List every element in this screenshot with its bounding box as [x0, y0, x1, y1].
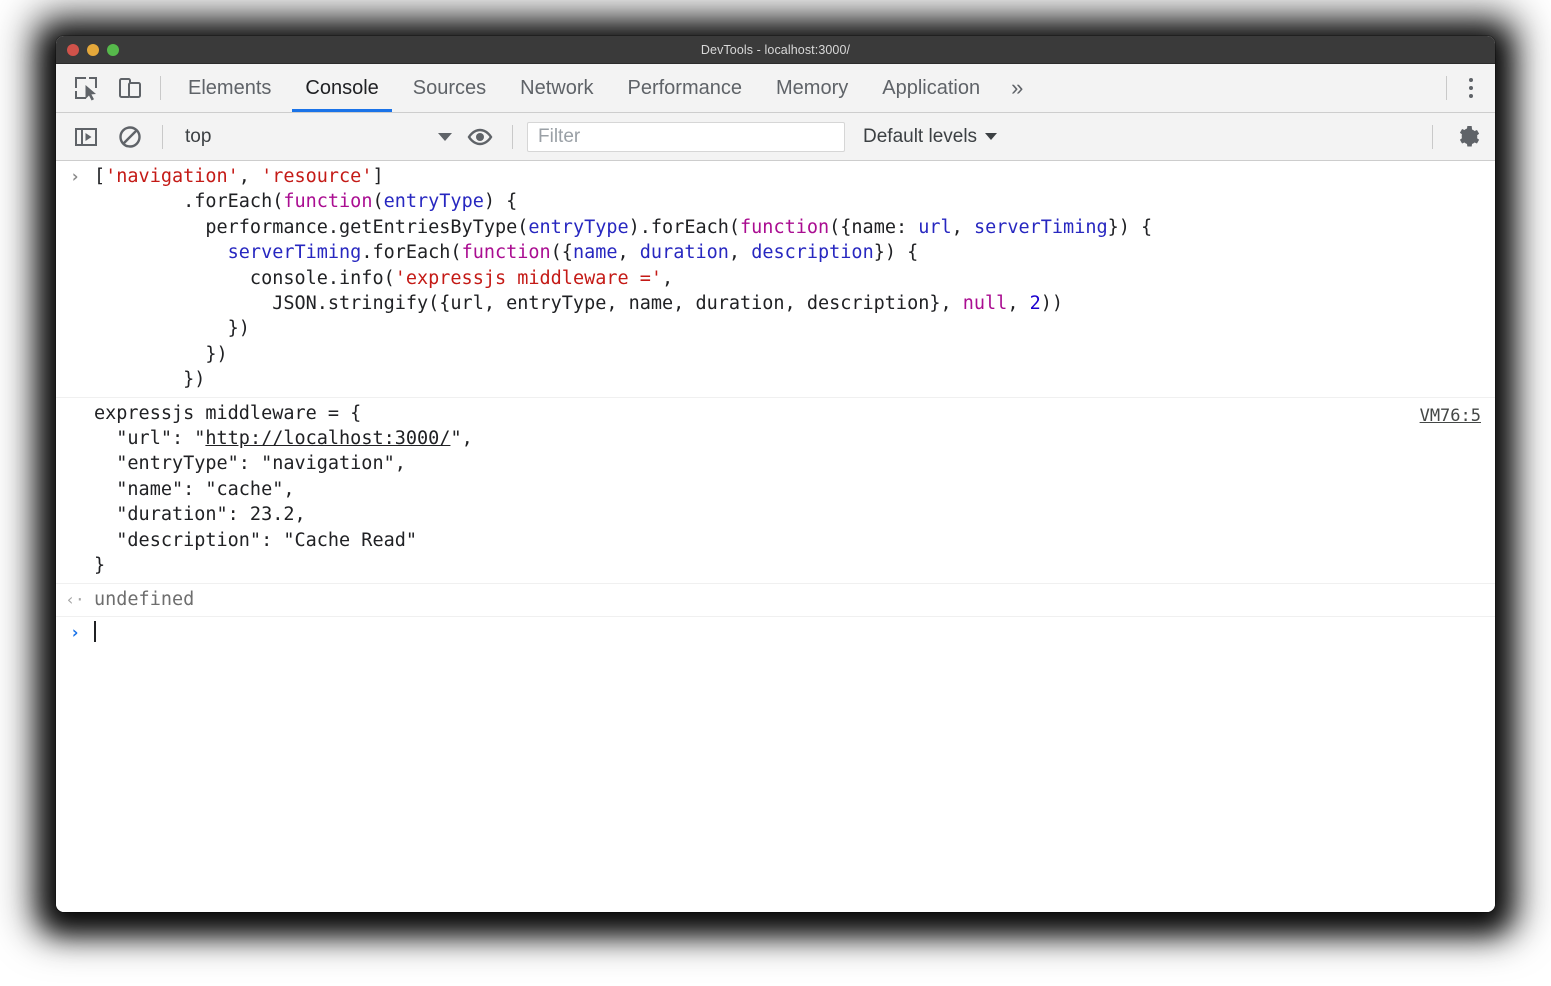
js-context-label: top: [185, 126, 432, 148]
console-url-link[interactable]: http://localhost:3000/: [205, 428, 450, 449]
tabbar-spacer: [1037, 64, 1446, 112]
chevron-down-icon: [985, 133, 997, 140]
console-message-list[interactable]: › ['navigation', 'resource'] .forEach(fu…: [56, 161, 1495, 912]
window-traffic-lights: [67, 44, 119, 56]
tab-application[interactable]: Application: [865, 64, 997, 112]
create-live-expression-icon[interactable]: [458, 115, 502, 159]
minimize-window-button[interactable]: [87, 44, 99, 56]
log-levels-dropdown[interactable]: Default levels: [863, 126, 997, 148]
console-prompt-row[interactable]: ›: [56, 617, 1495, 649]
console-info-text: expressjs middleware = { "url": "http://…: [94, 401, 1495, 579]
console-input-entry[interactable]: › ['navigation', 'resource'] .forEach(fu…: [56, 161, 1495, 398]
console-filter-input[interactable]: Filter: [527, 122, 845, 152]
console-filter-placeholder: Filter: [538, 126, 580, 148]
window-title: DevTools - localhost:3000/: [56, 43, 1495, 57]
console-toolbar-divider-2: [512, 125, 513, 149]
tab-performance[interactable]: Performance: [611, 64, 760, 112]
console-input-prompt-icon: ›: [56, 164, 94, 190]
tab-elements[interactable]: Elements: [171, 64, 288, 112]
console-result-entry[interactable]: ‹· undefined: [56, 584, 1495, 617]
console-info-entry[interactable]: expressjs middleware = { "url": "http://…: [56, 398, 1495, 584]
more-tabs-button[interactable]: »: [997, 64, 1037, 112]
console-toolbar: top Filter Default levels: [56, 113, 1495, 161]
devtools-tabbar: Elements Console Sources Network Perform…: [56, 64, 1495, 113]
tab-memory[interactable]: Memory: [759, 64, 865, 112]
tab-network[interactable]: Network: [503, 64, 610, 112]
js-context-selector[interactable]: top: [173, 126, 458, 148]
console-result-value: undefined: [94, 587, 1495, 612]
console-toolbar-divider-1: [162, 125, 163, 149]
zoom-window-button[interactable]: [107, 44, 119, 56]
close-window-button[interactable]: [67, 44, 79, 56]
more-options-icon[interactable]: [1447, 64, 1495, 112]
inspect-element-icon[interactable]: [64, 64, 108, 112]
console-source-link[interactable]: VM76:5: [1420, 404, 1481, 429]
console-input-code: ['navigation', 'resource'] .forEach(func…: [94, 164, 1495, 393]
console-toolbar-divider-3: [1432, 125, 1433, 149]
toggle-device-toolbar-icon[interactable]: [108, 64, 152, 112]
window-titlebar: DevTools - localhost:3000/: [56, 36, 1495, 64]
tab-console[interactable]: Console: [288, 64, 395, 112]
console-sidebar-icon[interactable]: [64, 115, 108, 159]
tabbar-divider: [160, 76, 161, 100]
text-cursor: [94, 621, 96, 642]
settings-gear-icon[interactable]: [1443, 124, 1495, 150]
devtools-window: DevTools - localhost:3000/ Elements Cons…: [56, 36, 1495, 912]
console-prompt-icon: ›: [56, 620, 94, 646]
chevron-down-icon: [438, 133, 452, 141]
console-result-prompt-icon: ‹·: [56, 587, 94, 612]
log-levels-label: Default levels: [863, 126, 977, 148]
console-prompt-input[interactable]: [94, 620, 1495, 645]
clear-console-icon[interactable]: [108, 115, 152, 159]
tab-sources[interactable]: Sources: [396, 64, 503, 112]
